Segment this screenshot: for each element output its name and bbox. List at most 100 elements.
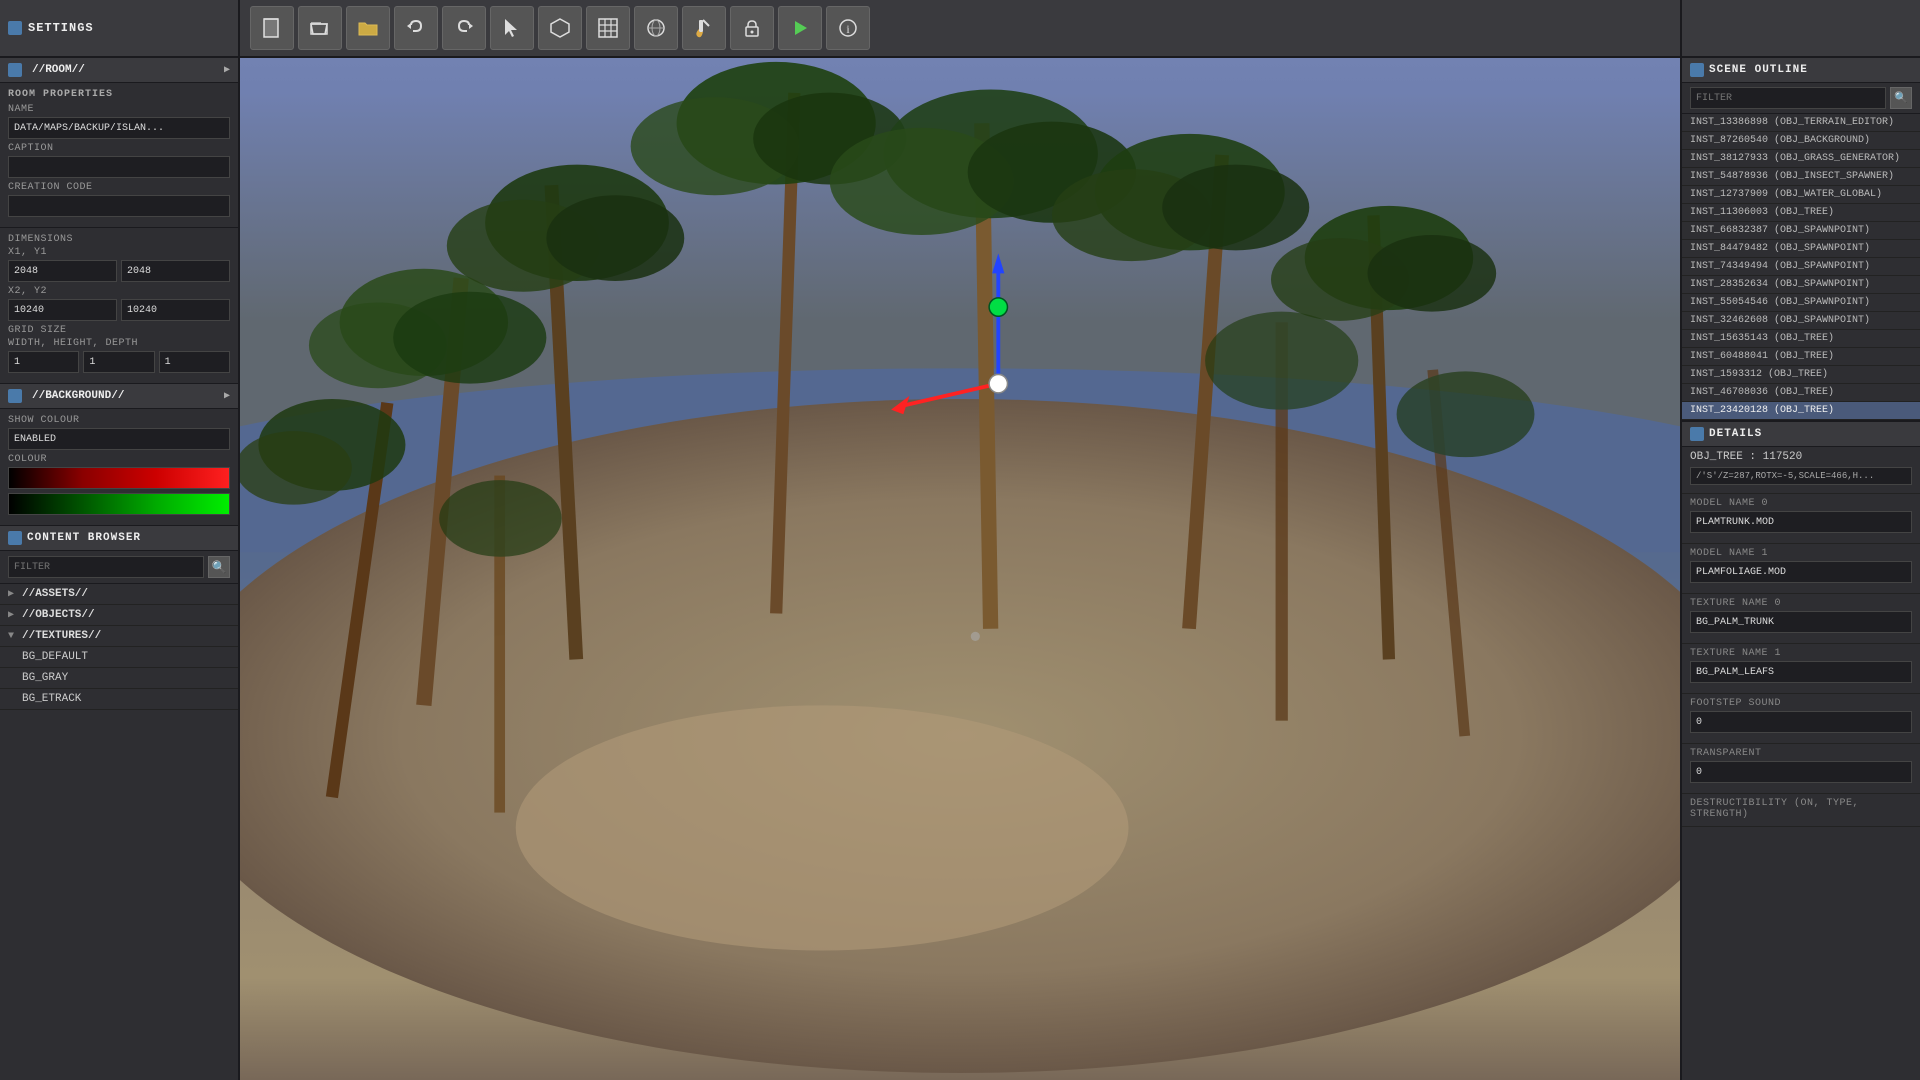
tree-item-label: BG_ETRACK — [22, 693, 81, 705]
model-name-0-input[interactable] — [1690, 511, 1912, 533]
select-button[interactable] — [490, 6, 534, 50]
tree-item[interactable]: ▼//TEXTURES// — [0, 626, 238, 647]
bg-collapse-arrow[interactable]: ▶ — [224, 390, 230, 402]
texture-name-1-label: TEXTURE NAME 1 — [1690, 648, 1912, 659]
x1-input[interactable] — [8, 260, 117, 282]
undo-button[interactable] — [394, 6, 438, 50]
content-browser-search-button[interactable]: 🔍 — [208, 556, 230, 578]
red-color-bar[interactable] — [8, 467, 230, 489]
details-model1-group: MODEL NAME 1 — [1682, 544, 1920, 594]
transparent-label: TRANSPARENT — [1690, 748, 1912, 759]
model-name-1-input[interactable] — [1690, 561, 1912, 583]
scene-outline-title: SCENE OUTLINE — [1709, 64, 1912, 76]
tree-item-label: BG_GRAY — [22, 672, 68, 684]
scene-item[interactable]: INST_28352634 (OBJ_SPAWNPOINT) — [1682, 276, 1920, 294]
top-bar: SETTINGS — [0, 0, 1920, 58]
width-input[interactable] — [8, 351, 79, 373]
creation-code-input[interactable] — [8, 195, 230, 217]
show-colour-input[interactable] — [8, 428, 230, 450]
new-button[interactable] — [250, 6, 294, 50]
texture-name-0-input[interactable] — [1690, 611, 1912, 633]
green-gradient — [9, 494, 229, 514]
scene-item[interactable]: INST_74349494 (OBJ_SPAWNPOINT) — [1682, 258, 1920, 276]
sphere-button[interactable] — [634, 6, 678, 50]
bg-section-icon — [8, 389, 22, 403]
viewport[interactable] — [240, 58, 1680, 1080]
scene-outline-filter[interactable] — [1690, 87, 1886, 109]
content-browser-title: CONTENT BROWSER — [27, 532, 230, 544]
tree-item[interactable]: BG_ETRACK — [0, 689, 238, 710]
caption-input[interactable] — [8, 156, 230, 178]
scene-item[interactable]: INST_13386898 (OBJ_TERRAIN_EDITOR) — [1682, 114, 1920, 132]
scene-item[interactable]: INST_87260540 (OBJ_BACKGROUND) — [1682, 132, 1920, 150]
texture-name-0-label: TEXTURE NAME 0 — [1690, 598, 1912, 609]
expand-placeholder — [8, 652, 22, 663]
svg-text:i: i — [846, 22, 850, 36]
lock-button[interactable] — [730, 6, 774, 50]
background-section-header[interactable]: //BACKGROUND// ▶ — [0, 384, 238, 409]
name-label: NAME — [8, 104, 230, 115]
scene-item[interactable]: INST_12737909 (OBJ_WATER_GLOBAL) — [1682, 186, 1920, 204]
transparent-input[interactable] — [1690, 761, 1912, 783]
content-browser-icon — [8, 531, 22, 545]
dimensions-group: DIMENSIONS X1, Y1 X2, Y2 GRID SIZE WIDTH… — [0, 228, 238, 384]
footstep-sound-input[interactable] — [1690, 711, 1912, 733]
expand-arrow[interactable]: ▶ — [8, 588, 22, 600]
scene-item[interactable]: INST_11306003 (OBJ_TREE) — [1682, 204, 1920, 222]
depth-input[interactable] — [159, 351, 230, 373]
scene-item[interactable]: INST_66832387 (OBJ_SPAWNPOINT) — [1682, 222, 1920, 240]
redo-button[interactable] — [442, 6, 486, 50]
tree-item[interactable]: ▶//ASSETS// — [0, 584, 238, 605]
content-browser-filter[interactable] — [8, 556, 204, 578]
scene-item[interactable]: INST_32462608 (OBJ_SPAWNPOINT) — [1682, 312, 1920, 330]
green-color-bar[interactable] — [8, 493, 230, 515]
play-button[interactable] — [778, 6, 822, 50]
content-tree: ▶//ASSETS//▶//OBJECTS//▼//TEXTURES// BG_… — [0, 584, 238, 710]
background-section-label: //BACKGROUND// — [32, 390, 124, 402]
toolbar: i — [240, 0, 1680, 56]
open-button[interactable] — [298, 6, 342, 50]
expand-arrow[interactable]: ▼ — [8, 631, 22, 642]
room-section-header[interactable]: //ROOM// ▶ — [0, 58, 238, 83]
y1-input[interactable] — [121, 260, 230, 282]
expand-arrow[interactable]: ▶ — [8, 609, 22, 621]
scene-item[interactable]: INST_46708036 (OBJ_TREE) — [1682, 384, 1920, 402]
scene-outline-icon — [1690, 63, 1704, 77]
dimensions-label: DIMENSIONS — [8, 234, 230, 245]
y2-input[interactable] — [121, 299, 230, 321]
folder-button[interactable] — [346, 6, 390, 50]
footstep-sound-label: FOOTSTEP SOUND — [1690, 698, 1912, 709]
scene-item[interactable]: INST_54878936 (OBJ_INSECT_SPAWNER) — [1682, 168, 1920, 186]
caption-label: CAPTION — [8, 143, 230, 154]
scene-item[interactable]: INST_15635143 (OBJ_TREE) — [1682, 330, 1920, 348]
room-collapse-arrow[interactable]: ▶ — [224, 64, 230, 76]
tree-item[interactable]: ▶//OBJECTS// — [0, 605, 238, 626]
scene-item[interactable]: INST_38127933 (OBJ_GRASS_GENERATOR) — [1682, 150, 1920, 168]
tree-item[interactable]: BG_DEFAULT — [0, 647, 238, 668]
creation-code-label: CREATION CODE — [8, 182, 230, 193]
details-title: DETAILS — [1709, 428, 1912, 440]
info-button[interactable]: i — [826, 6, 870, 50]
x2-input[interactable] — [8, 299, 117, 321]
x1y1-row — [8, 260, 230, 282]
settings-title: SETTINGS — [28, 21, 94, 35]
right-top-spacer — [1680, 0, 1920, 56]
texture-name-1-input[interactable] — [1690, 661, 1912, 683]
object-mode-button[interactable] — [538, 6, 582, 50]
details-script: /'S'/Z=287,ROTX=-5,SCALE=466,H... — [1690, 467, 1912, 485]
details-texture0-group: TEXTURE NAME 0 — [1682, 594, 1920, 644]
scene-item[interactable]: INST_60488041 (OBJ_TREE) — [1682, 348, 1920, 366]
grid-button[interactable] — [586, 6, 630, 50]
height-input[interactable] — [83, 351, 154, 373]
scene-item[interactable]: INST_1593312 (OBJ_TREE) — [1682, 366, 1920, 384]
name-input[interactable] — [8, 117, 230, 139]
scene-outline-search-button[interactable]: 🔍 — [1890, 87, 1912, 109]
scene-item[interactable]: INST_84479482 (OBJ_SPAWNPOINT) — [1682, 240, 1920, 258]
details-icon — [1690, 427, 1704, 441]
whd-label: WIDTH, HEIGHT, DEPTH — [8, 338, 230, 349]
paint-button[interactable] — [682, 6, 726, 50]
scene-item[interactable]: INST_55054546 (OBJ_SPAWNPOINT) — [1682, 294, 1920, 312]
scene-item[interactable]: INST_23420128 (OBJ_TREE) — [1682, 402, 1920, 420]
details-obj-name: OBJ_TREE : 117520 — [1690, 451, 1912, 463]
tree-item[interactable]: BG_GRAY — [0, 668, 238, 689]
